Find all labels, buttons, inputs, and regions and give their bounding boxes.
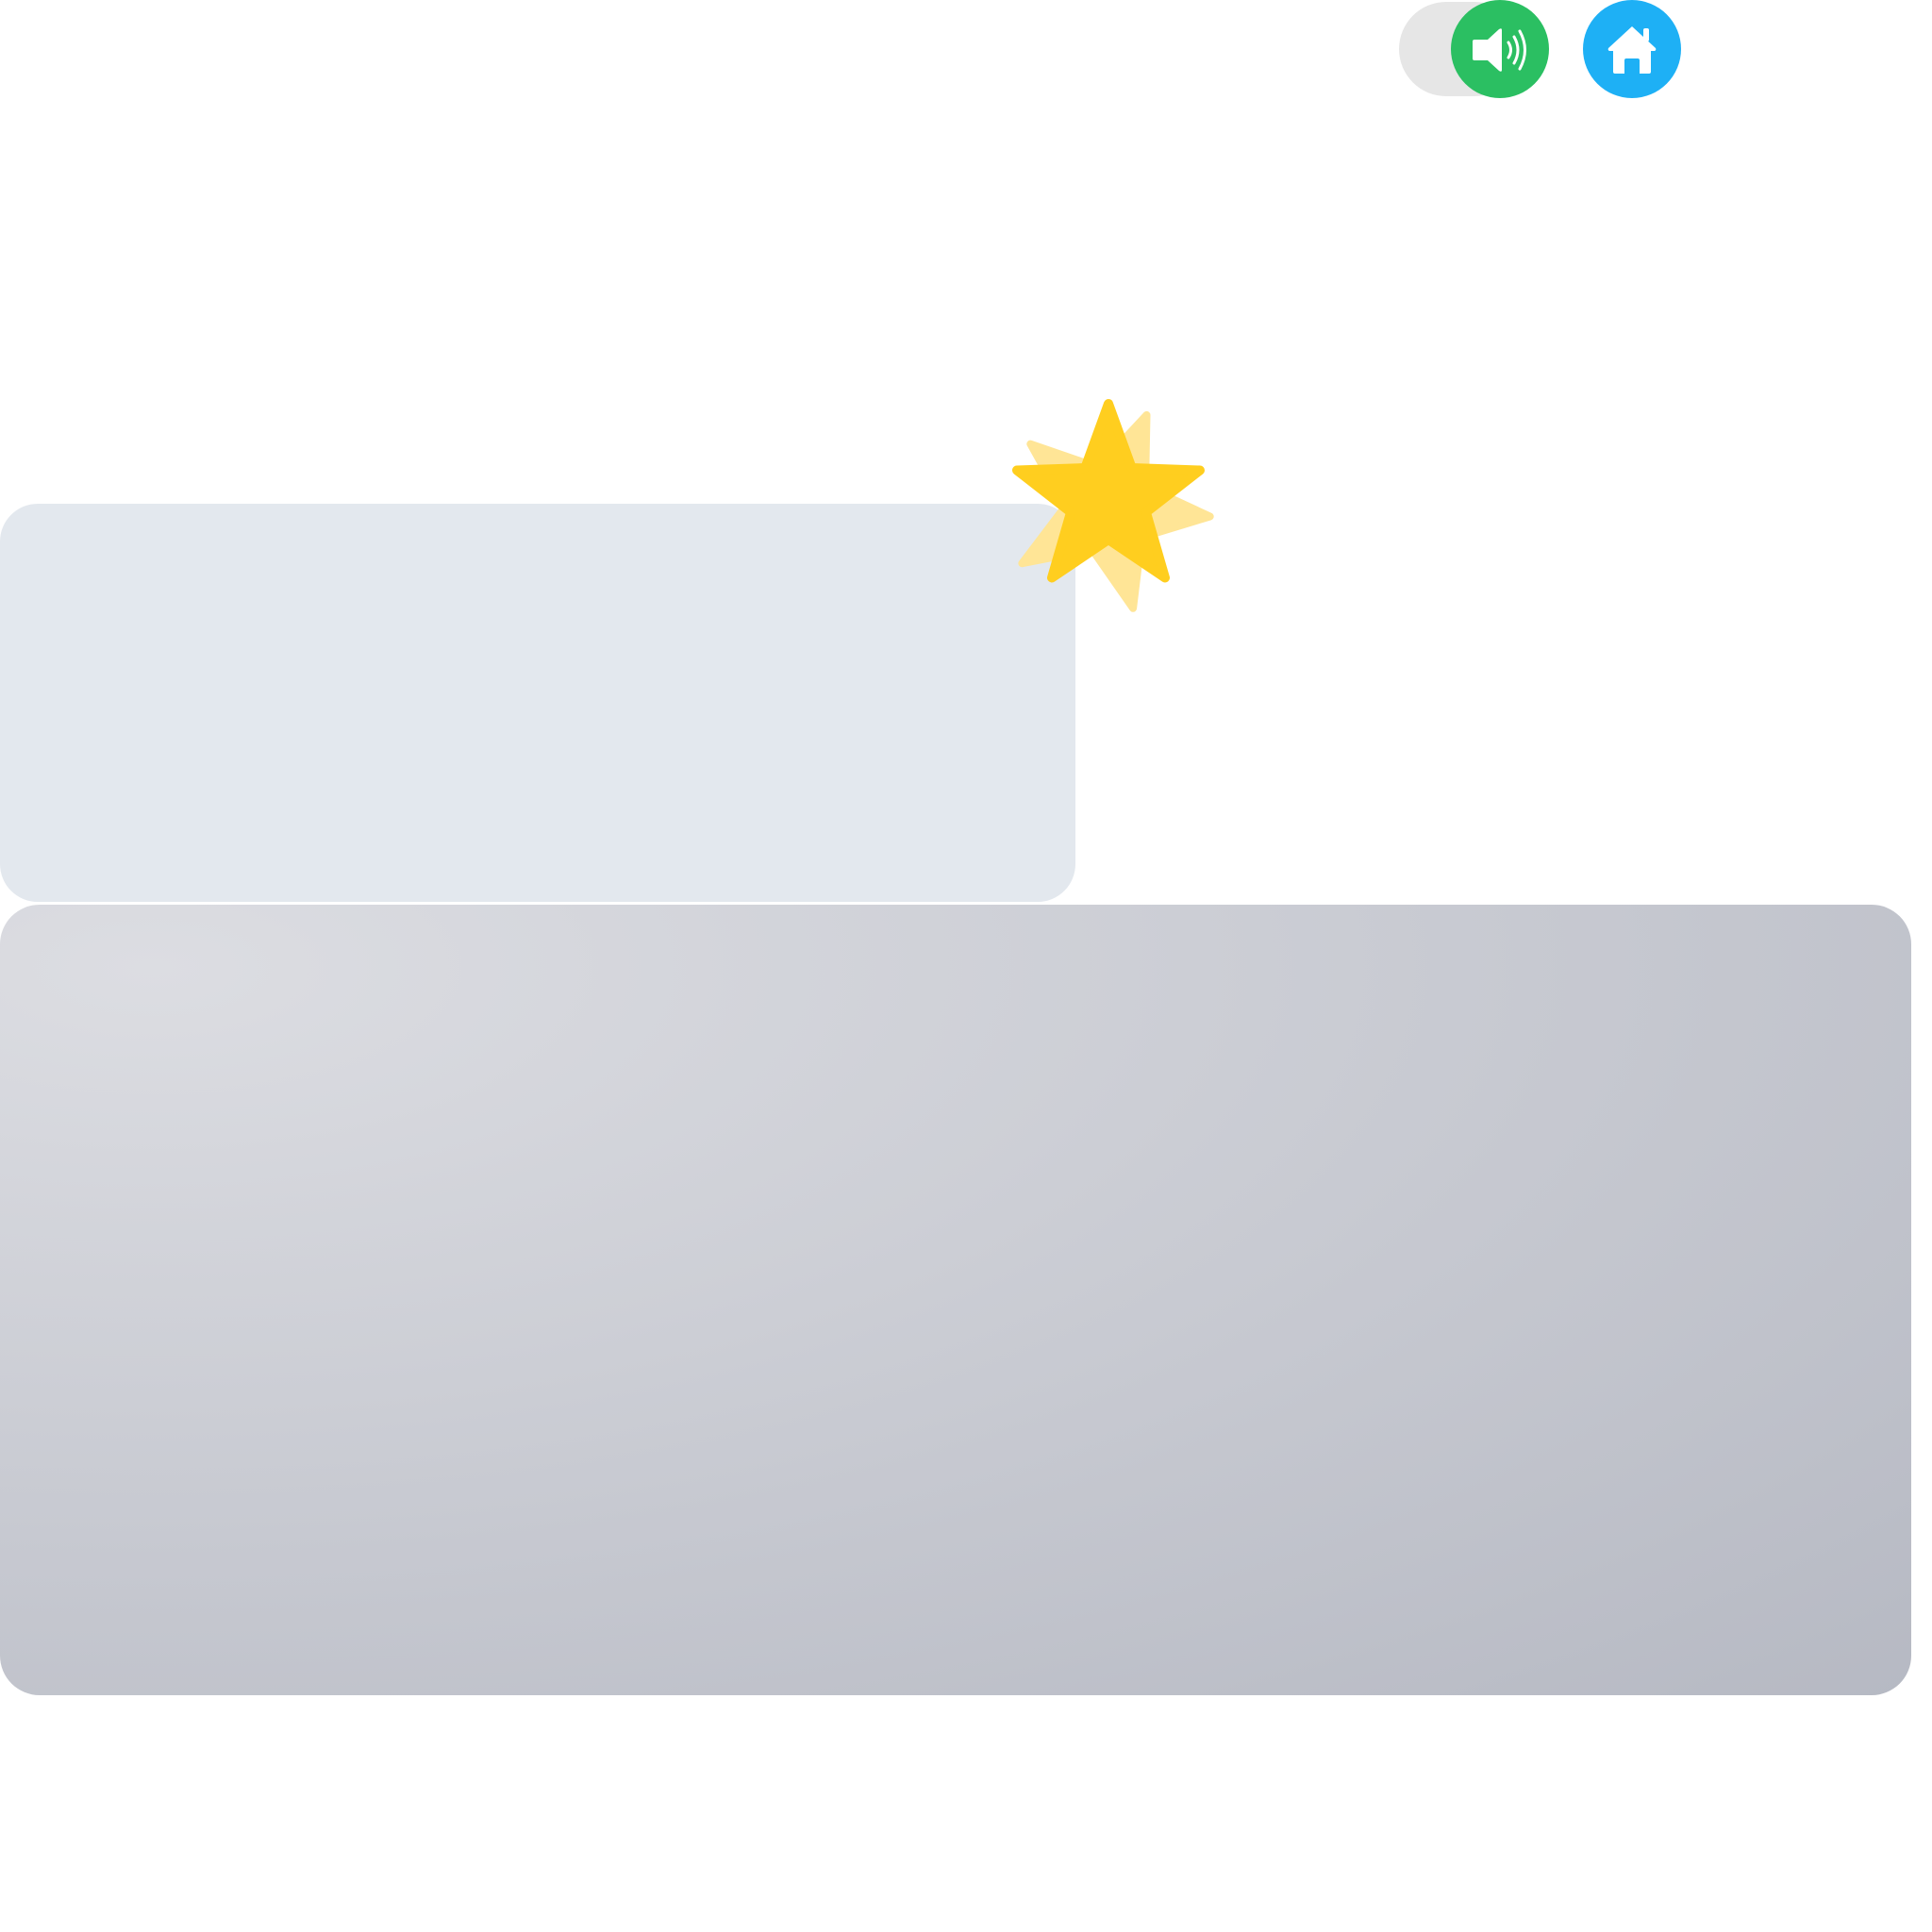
sound-toggle[interactable] xyxy=(1399,0,1550,98)
home-button[interactable] xyxy=(1583,0,1681,98)
main-panel xyxy=(0,905,1911,1695)
game-screen xyxy=(0,0,1932,1932)
sound-toggle-knob[interactable] xyxy=(1451,0,1549,98)
speaker-icon xyxy=(1473,28,1526,72)
star-reward xyxy=(1012,399,1214,612)
home-icon xyxy=(1607,26,1657,74)
top-panel xyxy=(0,504,1075,902)
